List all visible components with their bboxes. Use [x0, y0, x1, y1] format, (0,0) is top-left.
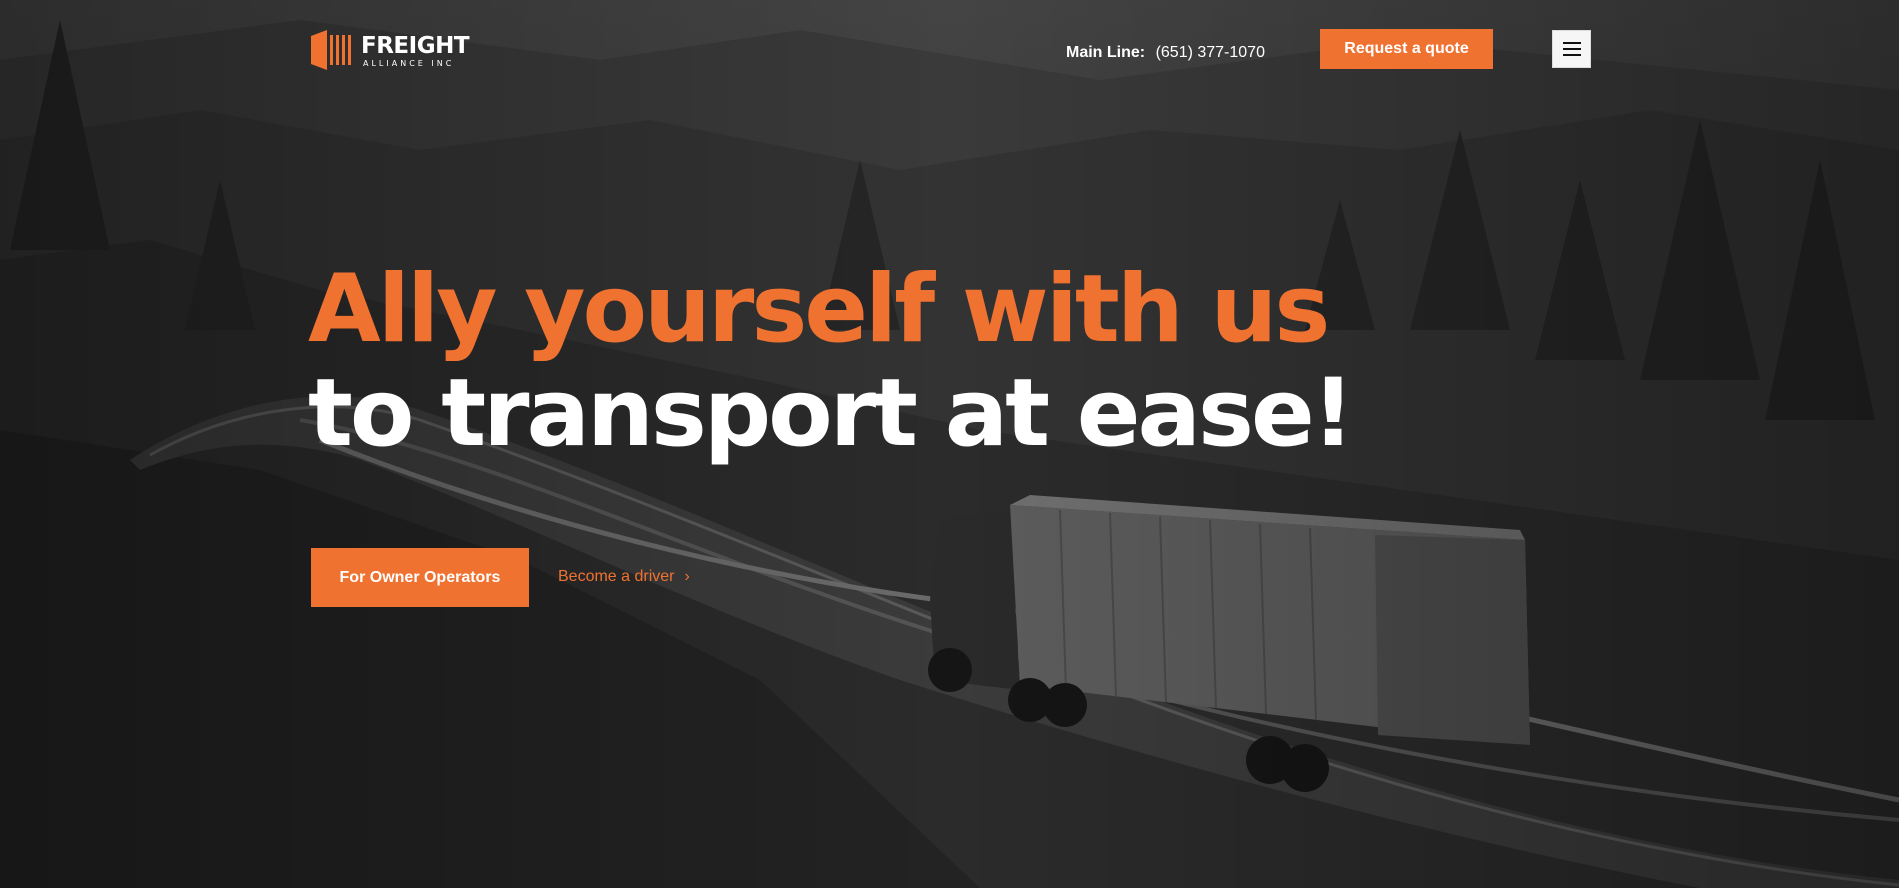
main-line-phone: Main Line: (651) 377-1070 [1066, 43, 1265, 63]
brand-logo[interactable]: FREIGHT ALLIANCE INC [311, 28, 471, 72]
brand-name: FREIGHT [361, 33, 470, 59]
menu-button[interactable] [1552, 30, 1591, 68]
main-line-number[interactable]: (651) 377-1070 [1156, 44, 1265, 61]
hamburger-menu-icon [1562, 42, 1581, 56]
main-line-label: Main Line: [1066, 44, 1146, 61]
hero-section: FREIGHT ALLIANCE INC Main Line: (651) 37… [0, 0, 1899, 888]
become-driver-label: Become a driver [558, 568, 675, 585]
chevron-right-icon: › [684, 568, 690, 585]
owner-operators-button[interactable]: For Owner Operators [311, 548, 529, 607]
hero-headline-line1: Ally yourself with us [308, 255, 1330, 364]
become-driver-link[interactable]: Become a driver › [558, 566, 690, 588]
hero-headline: Ally yourself with us to transport at ea… [308, 255, 1355, 468]
freight-bars-logo-icon [311, 30, 351, 70]
brand-tagline: ALLIANCE INC [363, 59, 455, 68]
request-quote-button[interactable]: Request a quote [1320, 29, 1493, 69]
hero-headline-line2: to transport at ease! [308, 359, 1355, 468]
